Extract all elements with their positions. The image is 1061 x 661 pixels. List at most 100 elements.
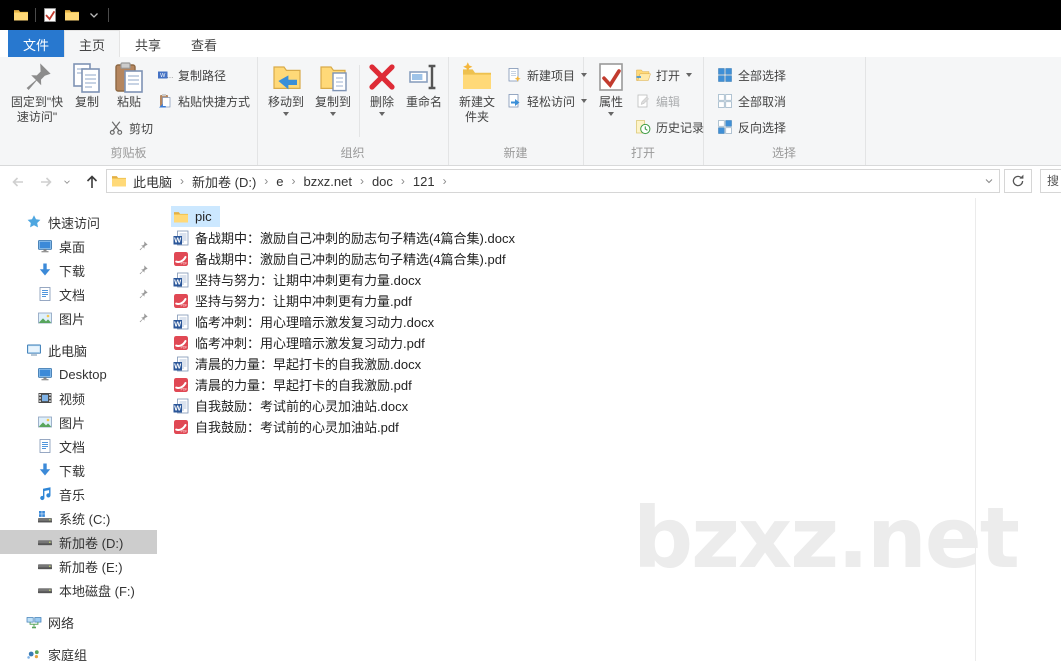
select-none-button[interactable]: 全部取消 <box>717 91 786 111</box>
file-row[interactable]: W 清晨的力量：早起打卡的自我激励.docx <box>171 353 429 374</box>
new-folder-button[interactable]: 新建文件夹 <box>456 61 498 125</box>
rename-icon <box>408 61 440 93</box>
tab-file[interactable]: 文件 <box>8 30 65 60</box>
select-group-label: 选择 <box>771 146 796 160</box>
sidebar-item[interactable]: 图片 <box>0 410 157 434</box>
file-row[interactable]: W 坚持与努力：让期中冲刺更有力量.docx <box>171 269 429 290</box>
refresh-button[interactable] <box>1004 169 1032 193</box>
sidebar-item-label: 新加卷 (D:) <box>59 535 124 551</box>
sidebar-item[interactable]: 音乐 <box>0 482 157 506</box>
open-button[interactable]: 打开 <box>635 65 693 85</box>
paste-button[interactable]: 粘贴 <box>106 61 152 110</box>
sidebar-item[interactable]: 本地磁盘 (F:) <box>0 578 157 602</box>
breadcrumb-item[interactable]: e <box>276 174 283 189</box>
new-item-label: 新建项目 <box>527 68 576 83</box>
paste-label: 粘贴 <box>116 95 141 109</box>
select-all-label: 全部选择 <box>738 68 787 83</box>
qat-button-folder-icon[interactable] <box>61 4 83 26</box>
breadcrumb-separator-icon[interactable]: › <box>180 174 184 188</box>
qat-button-properties-check-icon[interactable] <box>39 4 61 26</box>
sidebar-item[interactable]: 新加卷 (D:) <box>0 530 157 554</box>
breadcrumb-item[interactable]: 121 <box>413 174 435 189</box>
breadcrumb-separator-icon[interactable]: › <box>401 174 405 188</box>
address-bar-row: 此电脑 › 新加卷 (D:) › e › bzxz.net › doc › 121 › <box>0 166 1061 198</box>
move-to-button[interactable]: 移动到 <box>263 61 309 119</box>
sidebar-section-quick-access[interactable]: 快速访问 <box>0 210 157 234</box>
breadcrumb-item[interactable]: 此电脑 <box>133 172 172 191</box>
forward-button[interactable] <box>38 174 54 190</box>
word-icon: W <box>173 356 189 372</box>
up-button[interactable] <box>84 174 100 190</box>
file-name: 自我鼓励：考试前的心灵加油站.pdf <box>195 420 399 435</box>
file-row[interactable]: W 备战期中：激励自己冲刺的励志句子精选(4篇合集).docx <box>171 227 523 248</box>
move-to-label: 移动到 <box>267 95 304 109</box>
breadcrumb-item[interactable]: doc <box>372 174 393 189</box>
qat-button-chevron-down-icon[interactable] <box>83 4 105 26</box>
paste-shortcut-button[interactable]: 粘贴快捷方式 <box>157 91 250 111</box>
file-row[interactable]: pic <box>171 206 220 227</box>
sidebar-item[interactable]: 新加卷 (E:) <box>0 554 157 578</box>
sidebar-item-label: 本地磁盘 (F:) <box>59 583 135 599</box>
cut-button[interactable]: 剪切 <box>108 118 153 138</box>
sidebar-item[interactable]: 桌面 <box>0 234 157 258</box>
invert-selection-button[interactable]: 反向选择 <box>717 117 786 137</box>
paste-shortcut-icon <box>157 93 173 109</box>
breadcrumb-separator-icon[interactable]: › <box>360 174 364 188</box>
sidebar-item-label: 文档 <box>59 287 86 303</box>
breadcrumb-item[interactable]: 新加卷 (D:) <box>192 172 256 191</box>
recent-locations-chevron-icon[interactable] <box>62 177 72 187</box>
svg-text:W: W <box>174 277 182 286</box>
copy-path-button[interactable]: W… 复制路径 <box>157 65 226 85</box>
sidebar-item-label: 桌面 <box>59 239 86 255</box>
properties-button[interactable]: 属性 <box>593 61 629 119</box>
sidebar-item[interactable]: 图片 <box>0 306 157 330</box>
file-row[interactable]: W 自我鼓励：考试前的心灵加油站.docx <box>171 395 416 416</box>
sidebar-item[interactable]: 文档 <box>0 282 157 306</box>
select-all-button[interactable]: 全部选择 <box>717 65 786 85</box>
edit-label: 编辑 <box>656 94 681 109</box>
rename-button[interactable]: 重命名 <box>402 61 446 110</box>
copy-to-button[interactable]: 复制到 <box>310 61 356 119</box>
history-button[interactable]: 历史记录 <box>635 117 704 137</box>
sidebar-section-network[interactable]: 网络 <box>0 610 157 634</box>
sidebar-item[interactable]: Desktop <box>0 362 157 386</box>
sidebar-section-this-pc[interactable]: 此电脑 <box>0 338 157 362</box>
breadcrumb-separator-icon[interactable]: › <box>443 174 447 188</box>
breadcrumb-item[interactable]: bzxz.net <box>304 174 352 189</box>
file-row[interactable]: PDF 临考冲刺：用心理暗示激发复习动力.pdf <box>171 332 433 353</box>
svg-text:PDF: PDF <box>181 387 188 391</box>
file-row[interactable]: PDF 备战期中：激励自己冲刺的励志句子精选(4篇合集).pdf <box>171 248 514 269</box>
new-item-button[interactable]: 新建项目 <box>506 65 588 85</box>
tab-share[interactable]: 共享 <box>120 30 176 60</box>
sidebar-item[interactable]: 视频 <box>0 386 157 410</box>
video-icon <box>37 390 53 406</box>
file-row[interactable]: W 临考冲刺：用心理暗示激发复习动力.docx <box>171 311 442 332</box>
sidebar-item[interactable]: 文档 <box>0 434 157 458</box>
sidebar-item[interactable]: 下载 <box>0 458 157 482</box>
ribbon-tab-row: 文件 主页 共享 查看 <box>0 30 1061 61</box>
pin-to-quick-access-button[interactable]: 固定到"快速访问" <box>8 61 66 125</box>
sidebar-item[interactable]: 下载 <box>0 258 157 282</box>
file-name: 自我鼓励：考试前的心灵加油站.docx <box>195 399 409 414</box>
qat-separator <box>108 8 109 22</box>
easy-access-button[interactable]: 轻松访问 <box>506 91 588 111</box>
sidebar-section-homegroup[interactable]: 家庭组 <box>0 642 157 661</box>
search-input[interactable] <box>1040 169 1061 193</box>
file-row[interactable]: PDF 清晨的力量：早起打卡的自我激励.pdf <box>171 374 420 395</box>
delete-button[interactable]: 删除 <box>362 61 402 119</box>
copy-button[interactable]: 复制 <box>68 61 106 110</box>
address-dropdown-chevron-icon[interactable] <box>983 175 995 187</box>
sidebar-item[interactable]: 系统 (C:) <box>0 506 157 530</box>
tab-view[interactable]: 查看 <box>176 30 232 60</box>
select-none-label: 全部取消 <box>738 94 787 109</box>
pdf-icon: PDF <box>173 335 189 351</box>
ribbon-group-new: 新建文件夹 新建项目 轻松访问 新建 <box>448 57 588 165</box>
address-field[interactable]: 此电脑 › 新加卷 (D:) › e › bzxz.net › doc › 121 › <box>106 169 1000 193</box>
qat-button-folder-icon[interactable] <box>10 4 32 26</box>
file-row[interactable]: PDF 坚持与努力：让期中冲刺更有力量.pdf <box>171 290 420 311</box>
file-row[interactable]: PDF 自我鼓励：考试前的心灵加油站.pdf <box>171 416 407 437</box>
breadcrumb-separator-icon[interactable]: › <box>292 174 296 188</box>
back-button[interactable] <box>10 174 26 190</box>
breadcrumb-separator-icon[interactable]: › <box>264 174 268 188</box>
